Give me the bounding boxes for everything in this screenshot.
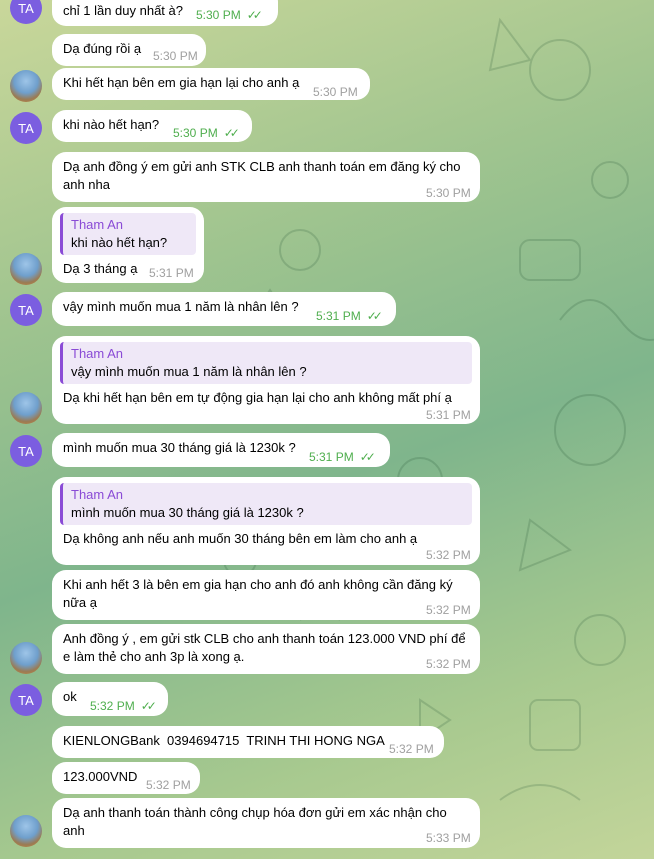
message-text: Dạ anh thanh toán thành công chụp hóa đơ… (63, 805, 447, 838)
message-time: 5:31 PM (426, 408, 471, 422)
message-time: 5:30 PM (426, 186, 471, 200)
message-bubble[interactable]: Khi hết hạn bên em gia hạn lại cho anh ạ… (52, 68, 370, 100)
message-text: Dạ anh đồng ý em gửi anh STK CLB anh tha… (63, 159, 461, 192)
avatar[interactable]: TA (10, 0, 42, 24)
message-bubble[interactable]: vậy mình muốn mua 1 năm là nhân lên ? 5:… (52, 292, 396, 326)
message-time: 5:31 PM ✓✓ (316, 309, 383, 323)
read-check-icon: ✓✓ (140, 699, 157, 713)
reply-quote[interactable]: Tham An vậy mình muốn mua 1 năm là nhân … (60, 342, 472, 384)
message-time: 5:30 PM (153, 49, 198, 63)
message-bubble[interactable]: Dạ anh thanh toán thành công chụp hóa đơ… (52, 798, 480, 848)
message-text: Khi anh hết 3 là bên em gia hạn cho anh … (63, 577, 453, 610)
avatar[interactable] (10, 392, 42, 424)
read-check-icon: ✓✓ (223, 126, 240, 140)
read-check-icon: ✓✓ (359, 450, 376, 464)
message-time: 5:33 PM (426, 831, 471, 845)
read-check-icon: ✓✓ (246, 8, 263, 22)
message-time: 5:30 PM ✓✓ (196, 8, 263, 22)
read-check-icon: ✓✓ (366, 309, 383, 323)
reply-quote[interactable]: Tham An khi nào hết hạn? (60, 213, 196, 255)
avatar[interactable]: TA (10, 294, 42, 326)
message-bubble[interactable]: Anh đồng ý , em gửi stk CLB cho anh than… (52, 624, 480, 674)
message-bubble[interactable]: Dạ anh đồng ý em gửi anh STK CLB anh tha… (52, 152, 480, 202)
message-time: 5:31 PM (149, 266, 194, 280)
message-bubble[interactable]: KIENLONGBank 0394694715 TRINH THI HONG N… (52, 726, 444, 758)
message-bubble[interactable]: Tham An khi nào hết hạn? Dạ 3 tháng ạ 5:… (52, 207, 204, 283)
message-bubble[interactable]: Dạ đúng rồi ạ 5:30 PM (52, 34, 206, 66)
avatar[interactable]: TA (10, 112, 42, 144)
message-time: 5:31 PM ✓✓ (309, 450, 376, 464)
message-time: 5:32 PM (146, 778, 191, 792)
message-bubble[interactable]: Khi anh hết 3 là bên em gia hạn cho anh … (52, 570, 480, 620)
message-bubble[interactable]: khi nào hết hạn? 5:30 PM ✓✓ (52, 110, 252, 142)
message-time: 5:32 PM (389, 742, 434, 756)
message-text: KIENLONGBank 0394694715 TRINH THI HONG N… (63, 733, 385, 748)
avatar[interactable] (10, 642, 42, 674)
message-bubble[interactable]: Tham An mình muốn mua 30 tháng giá là 12… (52, 477, 480, 565)
message-time: 5:30 PM ✓✓ (173, 126, 240, 140)
message-text: Dạ không anh nếu anh muốn 30 tháng bên e… (63, 531, 418, 546)
avatar[interactable]: TA (10, 684, 42, 716)
message-time: 5:32 PM ✓✓ (90, 699, 157, 713)
message-bubble[interactable]: Tham An vậy mình muốn mua 1 năm là nhân … (52, 336, 480, 424)
avatar[interactable] (10, 253, 42, 285)
message-time: 5:32 PM (426, 603, 471, 617)
message-bubble[interactable]: mình muốn mua 30 tháng giá là 1230k ? 5:… (52, 433, 390, 467)
message-bubble[interactable]: ok 5:32 PM ✓✓ (52, 682, 168, 716)
message-time: 5:32 PM (426, 548, 471, 562)
message-text: Anh đồng ý , em gửi stk CLB cho anh than… (63, 631, 466, 664)
avatar[interactable]: TA (10, 435, 42, 467)
message-time: 5:32 PM (426, 657, 471, 671)
avatar[interactable] (10, 815, 42, 847)
reply-quote[interactable]: Tham An mình muốn mua 30 tháng giá là 12… (60, 483, 472, 525)
message-time: 5:30 PM (313, 85, 358, 99)
message-bubble[interactable]: 123.000VND 5:32 PM (52, 762, 200, 794)
message-text: Dạ khi hết hạn bên em tự động gia hạn lạ… (63, 390, 452, 405)
avatar[interactable] (10, 70, 42, 102)
message-bubble[interactable]: chỉ 1 lần duy nhất à? 5:30 PM ✓✓ (52, 0, 278, 26)
